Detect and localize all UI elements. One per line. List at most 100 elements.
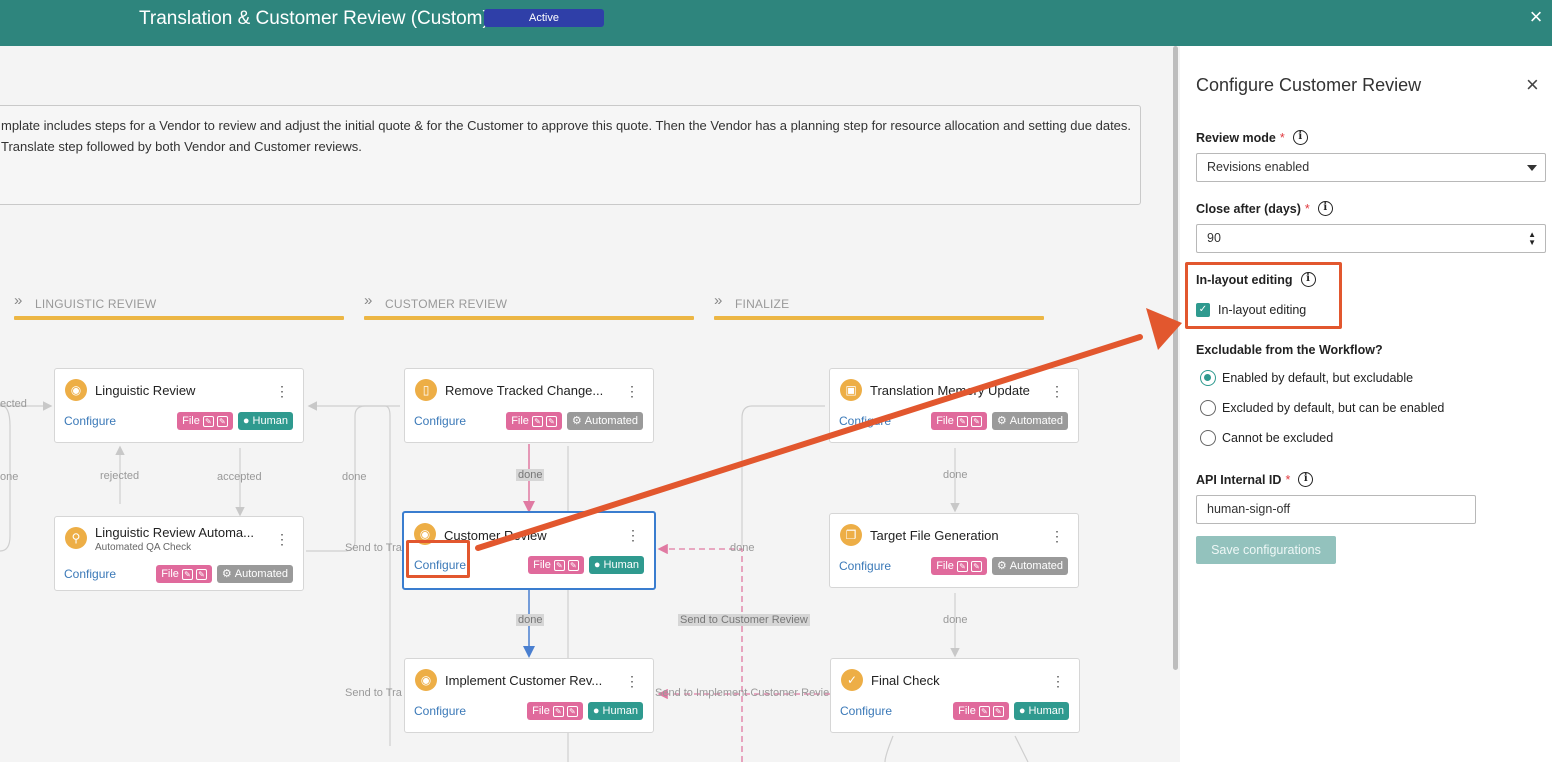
node-final-check[interactable]: ✓ Final Check ⋮ Configure File ✎ ✎ ● Human xyxy=(830,658,1080,733)
configure-link[interactable]: Configure xyxy=(414,704,466,718)
file-tag: File ✎ ✎ xyxy=(156,565,212,583)
more-vertical-icon[interactable]: ⋮ xyxy=(1050,383,1064,400)
file-tag-label: File xyxy=(511,415,529,427)
edge-label-done: done xyxy=(516,469,545,481)
node-target-file-generation[interactable]: ❐ Target File Generation ⋮ Configure Fil… xyxy=(829,513,1079,588)
configure-link[interactable]: Configure xyxy=(839,414,891,428)
radio-cannot-exclude[interactable]: Cannot be excluded xyxy=(1200,430,1333,446)
more-vertical-icon[interactable]: ⋮ xyxy=(626,527,640,544)
configure-highlight xyxy=(406,540,470,578)
required-marker: * xyxy=(1304,201,1310,216)
radio-selected-icon[interactable] xyxy=(1200,370,1216,386)
automated-tag: ⚙ Automated xyxy=(991,557,1068,575)
api-id-label: API Internal ID * i xyxy=(1196,472,1314,487)
workflow-canvas[interactable]: mplate includes steps for a Vendor to re… xyxy=(0,46,1180,762)
file-edit-icon: ✎ xyxy=(992,705,1004,717)
file-edit-icon: ✎ xyxy=(978,705,990,717)
review-mode-label: Review mode * i xyxy=(1196,130,1308,145)
file-edit-icon: ✎ xyxy=(531,415,543,427)
node-translation-memory-update[interactable]: ▣ Translation Memory Update ⋮ Configure … xyxy=(829,368,1079,443)
person-icon: ● xyxy=(593,559,601,571)
file-edit-icon: ✎ xyxy=(567,559,579,571)
file-tag: File ✎ ✎ xyxy=(931,412,987,430)
api-id-input[interactable]: human-sign-off xyxy=(1196,495,1476,524)
more-vertical-icon[interactable]: ⋮ xyxy=(275,531,289,548)
required-marker: * xyxy=(1279,130,1285,145)
node-linguistic-review-automated[interactable]: ⚲ Linguistic Review Automa... Automated … xyxy=(54,516,304,591)
radio-icon[interactable] xyxy=(1200,400,1216,416)
file-tag: File ✎ ✎ xyxy=(931,557,987,575)
human-tag: ● Human xyxy=(588,556,644,574)
file-edit-icon: ✎ xyxy=(566,705,578,717)
edge-label-done: done xyxy=(730,542,755,554)
panel-title: Configure Customer Review xyxy=(1196,75,1422,95)
configure-panel: Configure Customer Review × Review mode *… xyxy=(1180,46,1552,762)
node-title: Translation Memory Update xyxy=(870,383,1030,398)
file-edit-icon: ✎ xyxy=(956,415,968,427)
file-tag-label: File xyxy=(958,705,976,717)
info-icon[interactable]: i xyxy=(1292,130,1308,145)
api-id-value: human-sign-off xyxy=(1207,502,1291,516)
edge-label-send-to-translate: Send to Tra xyxy=(345,542,402,554)
node-subtitle: Automated QA Check xyxy=(95,542,192,553)
close-after-input[interactable]: 90 ▲ ▼ xyxy=(1196,224,1546,253)
caret-down-icon xyxy=(1527,165,1537,171)
person-icon: ● xyxy=(242,415,250,427)
type-tag-label: Human xyxy=(603,559,639,571)
node-remove-tracked-changes[interactable]: ▯ Remove Tracked Change... ⋮ Configure F… xyxy=(404,368,654,443)
more-vertical-icon[interactable]: ⋮ xyxy=(1050,528,1064,545)
type-tag-label: Automated xyxy=(1009,560,1063,572)
radio-excluded-can-enable[interactable]: Excluded by default, but can be enabled xyxy=(1200,400,1444,416)
edge-label-done: done xyxy=(943,469,968,481)
status-badge: Active xyxy=(484,9,604,27)
close-icon[interactable]: × xyxy=(1524,5,1548,29)
edge-label-rejected: ected xyxy=(0,398,27,410)
close-icon[interactable]: × xyxy=(1526,72,1539,98)
file-edit-icon: ✎ xyxy=(216,415,228,427)
eye-icon: ◉ xyxy=(415,669,437,691)
node-title: Remove Tracked Change... xyxy=(445,383,604,398)
inlayout-highlight xyxy=(1185,262,1342,329)
gear-icon: ⚙ xyxy=(571,415,582,427)
save-configurations-button[interactable]: Save configurations xyxy=(1196,536,1336,564)
radio-icon[interactable] xyxy=(1200,430,1216,446)
edge-label-rejected: rejected xyxy=(100,470,140,482)
info-icon[interactable]: i xyxy=(1317,201,1333,216)
edge-label-done: done xyxy=(342,471,367,483)
radio-enabled-excludable[interactable]: Enabled by default, but excludable xyxy=(1200,370,1413,386)
file-edit-icon: ✎ xyxy=(552,705,564,717)
edge-label-send-to-customer-review: Send to Customer Review xyxy=(678,614,810,626)
file-tag-label: File xyxy=(936,560,954,572)
more-vertical-icon[interactable]: ⋮ xyxy=(1051,673,1065,690)
node-linguistic-review[interactable]: ◉ Linguistic Review ⋮ Configure File ✎ ✎ ●… xyxy=(54,368,304,443)
info-icon[interactable]: i xyxy=(1298,472,1314,487)
more-vertical-icon[interactable]: ⋮ xyxy=(625,383,639,400)
file-tag: File ✎ ✎ xyxy=(506,412,562,430)
file-tag-label: File xyxy=(533,559,551,571)
more-vertical-icon[interactable]: ⋮ xyxy=(625,673,639,690)
configure-link[interactable]: Configure xyxy=(839,559,891,573)
node-implement-customer-review[interactable]: ◉ Implement Customer Rev... ⋮ Configure … xyxy=(404,658,654,733)
document-icon: ▯ xyxy=(415,379,437,401)
file-edit-icon: ✎ xyxy=(970,560,982,572)
type-tag-label: Automated xyxy=(234,568,288,580)
api-id-label-text: API Internal ID xyxy=(1196,472,1282,487)
configure-link[interactable]: Configure xyxy=(64,567,116,581)
node-title: Linguistic Review xyxy=(95,383,196,398)
more-vertical-icon[interactable]: ⋮ xyxy=(275,383,289,400)
human-tag: ● Human xyxy=(1013,702,1069,720)
file-edit-icon: ✎ xyxy=(545,415,557,427)
type-tag-label: Human xyxy=(252,415,288,427)
file-tag-label: File xyxy=(182,415,200,427)
edge-label-send-to-implement: Send to Implement Customer Revie xyxy=(655,687,830,699)
gear-icon: ⚙ xyxy=(996,415,1007,427)
configure-link[interactable]: Configure xyxy=(840,704,892,718)
configure-link[interactable]: Configure xyxy=(64,414,116,428)
type-tag-label: Automated xyxy=(584,415,638,427)
review-mode-select[interactable]: Revisions enabled xyxy=(1196,153,1546,182)
radio-label: Excluded by default, but can be enabled xyxy=(1222,401,1445,415)
human-tag: ● Human xyxy=(237,412,293,430)
spinner-icon[interactable]: ▲ ▼ xyxy=(1528,231,1536,247)
file-tag: File ✎ ✎ xyxy=(528,556,584,574)
configure-link[interactable]: Configure xyxy=(414,414,466,428)
